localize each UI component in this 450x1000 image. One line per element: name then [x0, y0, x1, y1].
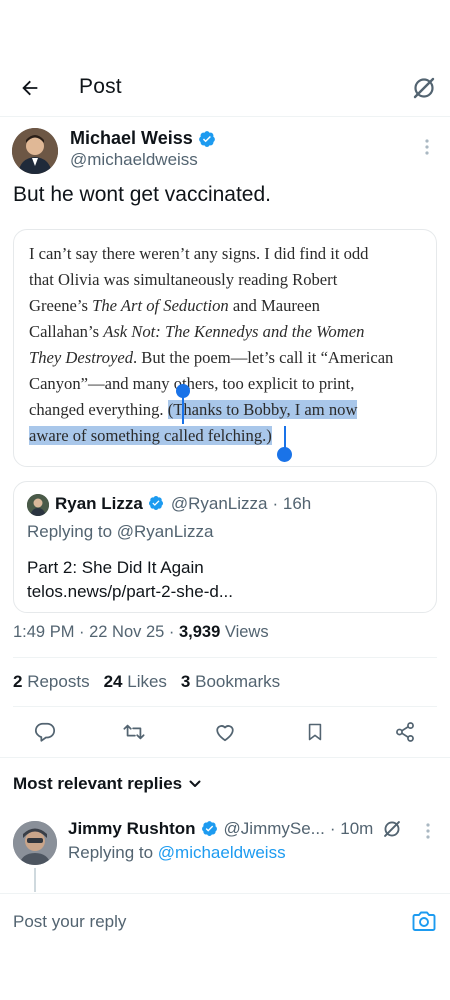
bookmarks-stat[interactable]: 3 Bookmarks: [181, 672, 280, 692]
quoted-replying-to: Replying to @RyanLizza: [27, 522, 214, 541]
replying-to-link[interactable]: @michaeldweiss: [158, 843, 286, 862]
excerpt-line: Greene’s The Art of Seduction and Mauree…: [29, 296, 320, 315]
reply-icon: [34, 722, 56, 742]
excerpt-line: that Olivia was simultaneously reading R…: [29, 270, 338, 289]
excerpt-line: They Destroyed. But the poem—let’s call …: [29, 348, 394, 367]
quoted-avatar: [27, 494, 49, 516]
selection-handle-start[interactable]: [176, 384, 190, 398]
selection-handle-end[interactable]: [277, 447, 292, 462]
excerpt-line: Canyon”—and many others, too explicit to…: [29, 374, 355, 393]
grok-icon: [384, 821, 400, 837]
author-avatar[interactable]: [12, 128, 58, 174]
likes-stat[interactable]: 24 Likes: [104, 672, 167, 692]
excerpt-line: aware of something called felching.): [29, 423, 429, 449]
reply-author-name[interactable]: Jimmy Rushton: [68, 819, 196, 839]
top-bar: Post: [0, 62, 450, 114]
share-button[interactable]: [393, 720, 417, 744]
reply-button[interactable]: [33, 720, 57, 744]
share-icon: [396, 722, 414, 742]
verified-badge-icon: [201, 820, 219, 838]
bookmark-button[interactable]: [303, 720, 327, 744]
divider: [13, 657, 437, 658]
reply-replying-to: Replying to @michaeldweiss: [68, 843, 286, 863]
replying-prefix: Replying to: [68, 843, 158, 862]
author-name-text[interactable]: Michael Weiss: [70, 128, 193, 149]
quoted-text-line: Part 2: She Did It Again: [27, 558, 204, 577]
more-vertical-icon: [425, 139, 429, 155]
quoted-link[interactable]: telos.news/p/part-2-she-d...: [27, 580, 233, 604]
excerpt-line: changed everything. (Thanks to Bobby, I …: [29, 400, 358, 419]
replies-sort-dropdown[interactable]: Most relevant replies: [13, 774, 202, 794]
author-name[interactable]: Michael Weiss: [70, 128, 216, 149]
divider: [0, 757, 450, 758]
camera-icon: [412, 911, 436, 931]
like-icon: [216, 725, 234, 742]
sort-label: Most relevant replies: [13, 774, 183, 793]
reply-author-handle[interactable]: @JimmySe...: [224, 819, 325, 839]
selected-text: (Thanks to Bobby, I am now: [167, 400, 358, 419]
back-button[interactable]: [16, 74, 44, 102]
quoted-post[interactable]: Ryan Lizza @RyanLizza · 16h Replying to …: [13, 481, 437, 613]
reply-time: · 10m: [329, 819, 374, 838]
grok-button[interactable]: [409, 73, 439, 103]
more-options-button[interactable]: [420, 136, 434, 158]
reply-more-options-button[interactable]: [421, 820, 435, 842]
reply-avatar[interactable]: [13, 821, 57, 865]
thread-line: [34, 868, 36, 892]
verified-badge-icon: [148, 495, 166, 513]
quoted-header: Ryan Lizza @RyanLizza · 16h: [55, 494, 311, 514]
bookmark-icon: [308, 723, 322, 741]
arrow-left-icon: [22, 80, 38, 96]
reply-grok-button[interactable]: [381, 818, 403, 840]
excerpt-line: I can’t say there weren’t any signs. I d…: [29, 244, 369, 263]
more-vertical-icon: [426, 823, 430, 839]
page-title: Post: [79, 75, 122, 98]
action-bar: [0, 716, 450, 748]
divider: [13, 706, 437, 707]
engagement-stats: 2 Reposts 24 Likes 3 Bookmarks: [13, 672, 280, 692]
like-button[interactable]: [213, 720, 237, 744]
post-timestamp: 1:49 PM · 22 Nov 25 · 3,939 Views: [13, 623, 269, 642]
repost-button[interactable]: [122, 720, 146, 744]
post-time: 1:49 PM · 22 Nov 25 ·: [13, 623, 179, 641]
header-divider: [0, 116, 450, 117]
post-text: But he wont get vaccinated.: [13, 183, 271, 206]
post-image[interactable]: I can’t say there weren’t any signs. I d…: [13, 229, 437, 467]
reply-header: Jimmy Rushton @JimmySe... · 10m: [68, 819, 373, 839]
quoted-author-name: Ryan Lizza: [55, 494, 143, 513]
selected-text: aware of something called felching.): [29, 426, 272, 445]
quoted-time: · 16h: [272, 494, 312, 513]
views-count: 3,939: [179, 623, 221, 641]
quoted-handle: @RyanLizza: [170, 494, 268, 513]
grok-icon: [413, 77, 435, 99]
retweet-icon: [123, 724, 145, 740]
book-excerpt: I can’t say there weren’t any signs. I d…: [29, 241, 429, 449]
reposts-stat[interactable]: 2 Reposts: [13, 672, 90, 692]
views-label: Views: [220, 623, 269, 641]
author-handle[interactable]: @michaeldweiss: [70, 150, 198, 170]
excerpt-line: Callahan’s Ask Not: The Kennedys and the…: [29, 322, 365, 341]
camera-button[interactable]: [411, 908, 437, 934]
verified-badge-icon: [198, 130, 216, 148]
chevron-down-icon: [189, 780, 201, 787]
reply-input[interactable]: [13, 910, 393, 934]
quoted-text: Part 2: She Did It Again telos.news/p/pa…: [27, 556, 233, 604]
composer-divider: [0, 893, 450, 894]
